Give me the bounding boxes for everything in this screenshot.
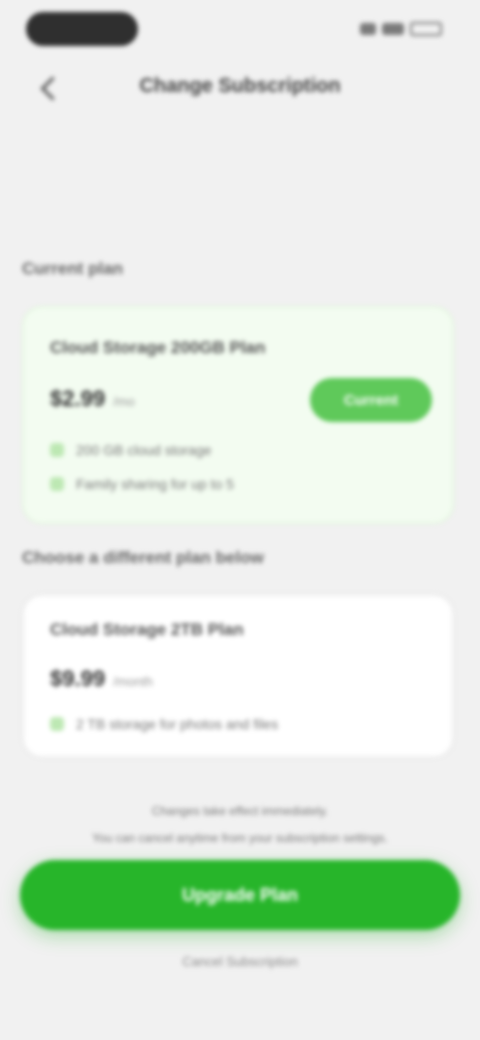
plan-period: /mo xyxy=(113,394,135,409)
wifi-icon xyxy=(382,23,404,35)
plan-price: $2.99 xyxy=(50,386,106,411)
plan-price: $9.99 xyxy=(50,666,106,691)
back-button[interactable] xyxy=(30,68,74,108)
status-time-pill xyxy=(26,12,138,46)
battery-icon xyxy=(410,22,442,36)
current-plan-card: Cloud Storage 200GB Plan $2.99 /mo 200 G… xyxy=(22,306,454,524)
feature-text: 2 TB storage for photos and files xyxy=(76,716,279,732)
plan-name: Cloud Storage 2TB Plan xyxy=(50,620,244,639)
plan-name: Cloud Storage 200GB Plan xyxy=(50,338,266,357)
feature-text: Family sharing for up to 5 xyxy=(76,476,234,492)
page-title: Change Subscription xyxy=(139,75,341,97)
notice-line: You can cancel anytime from your subscri… xyxy=(92,831,388,845)
feature-text: 200 GB cloud storage xyxy=(76,442,212,458)
check-icon xyxy=(50,477,64,491)
header: Change Subscription xyxy=(0,58,480,118)
check-icon xyxy=(50,717,64,731)
plan-feature: 2 TB storage for photos and files xyxy=(50,716,278,732)
check-icon xyxy=(50,443,64,457)
plan-option-card[interactable]: Cloud Storage 2TB Plan $9.99 /month 2 TB… xyxy=(22,594,454,758)
price-row: $2.99 /mo xyxy=(50,386,135,412)
chevron-left-icon xyxy=(39,75,65,101)
subscription-screen: Change Subscription Current plan Cloud S… xyxy=(0,0,480,1040)
current-status-badge: Current xyxy=(310,378,432,422)
notice-line: Changes take effect immediately. xyxy=(151,804,329,818)
plan-feature: 200 GB cloud storage xyxy=(50,442,211,458)
upgrade-plan-button[interactable]: Upgrade Plan xyxy=(20,860,460,930)
current-plan-heading: Current plan xyxy=(22,259,124,278)
price-row: $9.99 /month xyxy=(50,666,153,692)
plan-feature: Family sharing for up to 5 xyxy=(50,476,234,492)
status-icons xyxy=(358,20,442,38)
signal-icon xyxy=(360,23,376,35)
billing-notice: Changes take effect immediately. You can… xyxy=(40,798,440,852)
plan-period: /month xyxy=(113,674,153,689)
available-plans-heading: Choose a different plan below xyxy=(22,548,264,567)
cancel-subscription-link[interactable]: Cancel Subscription xyxy=(120,954,360,969)
